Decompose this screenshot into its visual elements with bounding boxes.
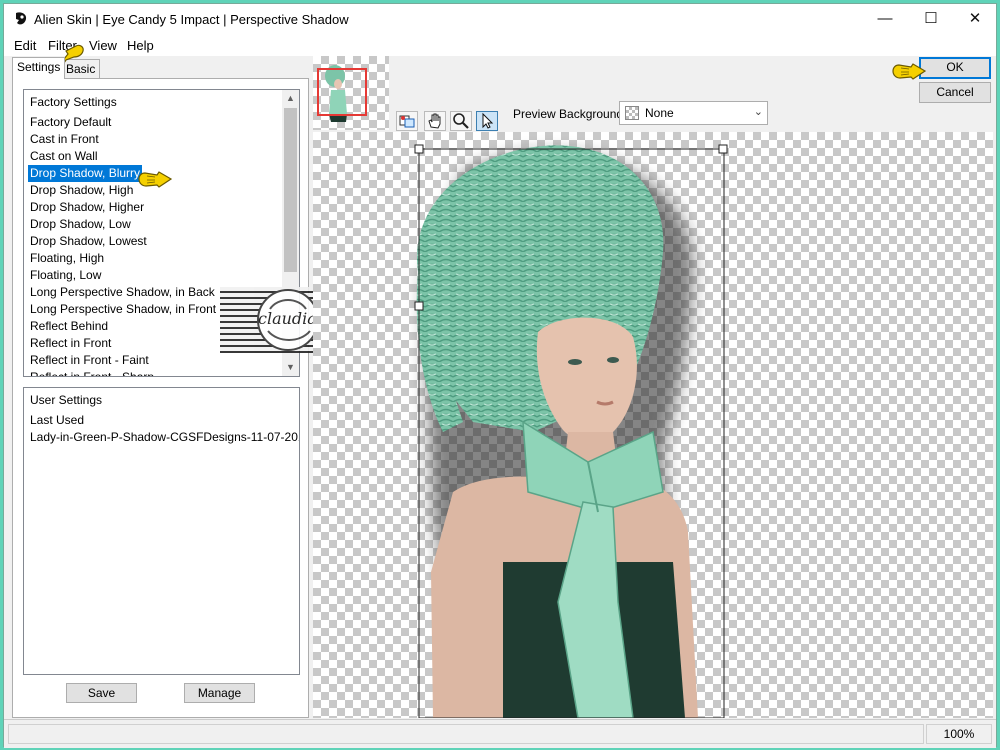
menu-help[interactable]: Help (127, 38, 154, 53)
list-item[interactable]: Long Perspective Shadow, in Back (28, 284, 217, 301)
list-item[interactable]: Drop Shadow, Higher (28, 199, 146, 216)
close-button[interactable]: ✕ (952, 4, 998, 34)
pointing-hand-icon (892, 63, 927, 80)
list-item[interactable]: Reflect in Front (28, 335, 113, 352)
status-message-cell (8, 724, 924, 744)
zoom-level: 100% (926, 724, 992, 744)
maximize-button[interactable]: ☐ (908, 4, 954, 34)
list-item[interactable]: Cast on Wall (28, 148, 100, 165)
list-item[interactable]: Factory Default (28, 114, 113, 131)
preview-toggle-button[interactable] (396, 111, 418, 131)
menu-edit[interactable]: Edit (14, 38, 36, 53)
preview-background-value: None (645, 106, 674, 120)
menu-bar: Edit Filter View Help (4, 34, 996, 56)
list-header-factory: Factory Settings (30, 95, 117, 109)
list-item[interactable]: Drop Shadow, High (28, 182, 135, 199)
user-settings-list[interactable]: User Settings Last Used Lady-in-Green-P-… (23, 387, 300, 675)
chevron-down-icon: ⌄ (753, 106, 763, 118)
watermark-text: claudia (258, 309, 317, 328)
list-item[interactable]: Lady-in-Green-P-Shadow-CGSFDesigns-11-07… (28, 429, 299, 446)
color-swatch-icon (625, 106, 639, 120)
list-item[interactable]: Drop Shadow, Low (28, 216, 133, 233)
select-tool-button[interactable] (476, 111, 498, 131)
list-item[interactable]: Long Perspective Shadow, in Front (28, 301, 218, 318)
list-item[interactable]: Floating, Low (28, 267, 103, 284)
list-item[interactable]: Reflect Behind (28, 318, 110, 335)
preview-background-label: Preview Background: (513, 107, 627, 121)
preview-image (414, 144, 728, 719)
navigator-thumbnail[interactable] (313, 56, 389, 130)
ok-button[interactable]: OK (919, 57, 991, 79)
title-bar: Alien Skin | Eye Candy 5 Impact | Perspe… (4, 4, 996, 34)
window-title: Alien Skin | Eye Candy 5 Impact | Perspe… (34, 12, 349, 27)
list-item[interactable]: Reflect in Front - Faint (28, 352, 151, 369)
status-bar: 100% (4, 719, 996, 748)
preview-canvas[interactable] (313, 132, 993, 719)
cancel-button[interactable]: Cancel (919, 82, 991, 103)
manage-button[interactable]: Manage (184, 683, 255, 703)
list-item[interactable]: Last Used (28, 412, 86, 429)
hand-icon (428, 113, 441, 129)
settings-panel: Factory Settings Factory Default Cast in… (12, 78, 309, 718)
zoom-tool-button[interactable] (450, 111, 472, 131)
save-button[interactable]: Save (66, 683, 137, 703)
list-item-selected[interactable]: Drop Shadow, Blurry (28, 165, 143, 182)
thumbnail-viewport-frame[interactable] (317, 68, 367, 116)
scroll-up-icon[interactable]: ▲ (282, 90, 299, 107)
scroll-down-icon[interactable]: ▼ (282, 359, 299, 376)
minimize-button[interactable]: — (862, 4, 908, 34)
tab-settings[interactable]: Settings (12, 57, 66, 79)
scroll-thumb[interactable] (284, 108, 297, 272)
list-item[interactable]: Cast in Front (28, 131, 101, 148)
arrow-cursor-icon (482, 112, 494, 129)
eye-candy-window: Alien Skin | Eye Candy 5 Impact | Perspe… (3, 3, 997, 748)
list-item[interactable]: Drop Shadow, Lowest (28, 233, 149, 250)
magnifier-icon (453, 113, 469, 129)
app-logo-icon (16, 12, 27, 25)
pointing-hand-icon (138, 171, 173, 188)
list-item[interactable]: Reflect in Front - Sharp (28, 369, 156, 376)
preview-background-select[interactable]: None ⌄ (619, 101, 768, 125)
list-item[interactable]: Floating, High (28, 250, 106, 267)
preview-toggle-icon (399, 115, 415, 128)
menu-view[interactable]: View (89, 38, 117, 53)
pan-tool-button[interactable] (424, 111, 446, 131)
list-header-user: User Settings (30, 393, 103, 407)
